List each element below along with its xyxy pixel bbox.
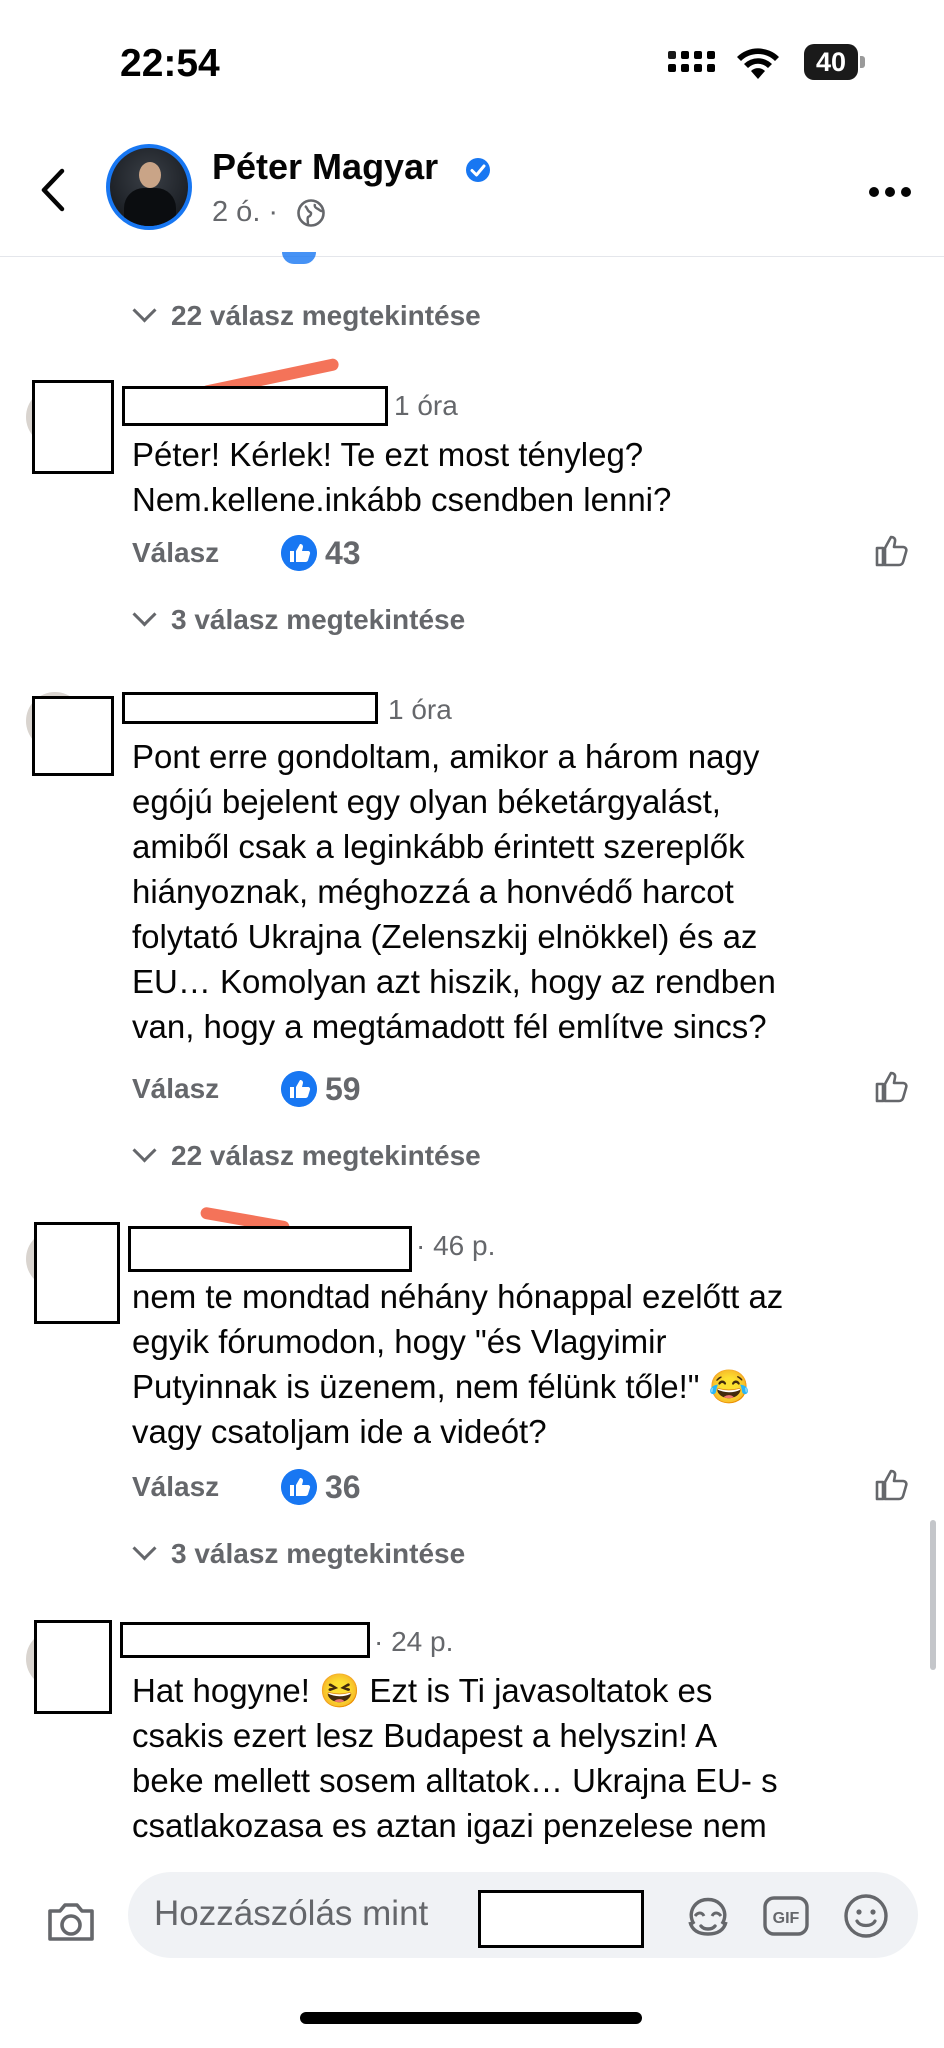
like-button-icon[interactable] (873, 1466, 911, 1504)
like-count: 36 (325, 1469, 361, 1505)
like-reaction-icon (281, 1469, 317, 1505)
comment-text: Pont erre gondoltam, amikor a három nagy… (132, 738, 776, 1045)
redaction-box (34, 1222, 120, 1324)
cellular-signal-icon (668, 50, 716, 80)
comment-text: Hat hogyne! 😆 Ezt is Ti javasoltatok es c… (132, 1672, 778, 1844)
commenter-name-redacted[interactable] (122, 386, 388, 426)
avatar-sticker-icon[interactable] (684, 1892, 732, 1940)
comment-time: · 24 p. (374, 1626, 454, 1657)
view-replies-button[interactable]: 3 válasz megtekintése (132, 1536, 465, 1570)
redaction-box (32, 380, 114, 474)
like-reaction-icon (281, 535, 317, 571)
gif-icon[interactable]: GIF (762, 1892, 810, 1940)
comment-text: Péter! Kérlek! Te ezt most tényleg? Nem.k… (132, 436, 672, 518)
like-reaction-icon (281, 1071, 317, 1107)
comment-time: 1 óra (394, 390, 458, 421)
view-replies-button[interactable]: 22 válasz megtekintése (132, 1138, 481, 1172)
camera-icon[interactable] (44, 1895, 98, 1949)
status-time: 22:54 (120, 42, 220, 85)
commenter-name-redacted[interactable] (128, 1226, 412, 1272)
commenter-name-redacted[interactable] (120, 1622, 370, 1658)
comment-text: nem te mondtad néhány hónappal ezelőtt a… (132, 1278, 784, 1450)
username-redacted (478, 1890, 644, 1948)
comment-input-placeholder: Hozzászólás mint (154, 1894, 429, 1933)
page-avatar[interactable] (106, 144, 192, 230)
like-button-icon[interactable] (873, 1068, 911, 1106)
home-indicator (300, 2012, 642, 2024)
page-title[interactable]: Péter Magyar (212, 146, 438, 188)
view-replies-button[interactable]: 3 válasz megtekintése (132, 602, 465, 636)
verified-badge-icon (466, 158, 490, 182)
more-icon[interactable] (868, 186, 912, 198)
wifi-icon (737, 48, 779, 79)
reply-button[interactable]: Válasz (132, 537, 219, 569)
post-age: 2 ó. · (212, 196, 279, 228)
redaction-box (34, 1620, 112, 1714)
chevron-left-icon[interactable] (36, 165, 70, 215)
comment-time: · 46 p. (416, 1230, 496, 1261)
like-count: 43 (325, 535, 361, 571)
scrollbar[interactable] (930, 1520, 936, 1670)
redaction-box (32, 696, 114, 776)
view-replies-button[interactable]: 22 válasz megtekintése (132, 298, 481, 332)
reply-button[interactable]: Válasz (132, 1073, 219, 1105)
header-divider (0, 256, 944, 257)
partial-like-icon (282, 252, 316, 264)
like-count: 59 (325, 1071, 361, 1107)
battery-indicator: 40 (804, 44, 858, 80)
comment-time: 1 óra (388, 694, 452, 725)
emoji-icon[interactable] (842, 1892, 890, 1940)
commenter-name-redacted[interactable] (122, 692, 378, 724)
svg-text:GIF: GIF (773, 1910, 800, 1927)
reply-button[interactable]: Válasz (132, 1471, 219, 1503)
like-button-icon[interactable] (873, 532, 911, 570)
globe-icon (297, 199, 325, 227)
battery-tip (860, 56, 865, 68)
